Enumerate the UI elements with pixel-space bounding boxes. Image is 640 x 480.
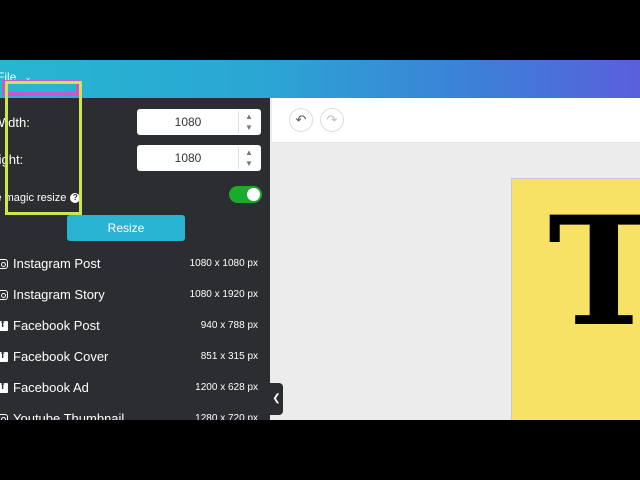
height-field[interactable]: 1080 ▲ ▼ [137, 145, 261, 171]
yellow-highlight-box [5, 81, 82, 215]
instagram-icon [0, 290, 8, 300]
top-bar: File ⌄ [0, 60, 640, 98]
spinner-up-icon[interactable]: ▲ [239, 147, 259, 158]
design-page[interactable]: T [511, 178, 640, 420]
chevron-left-icon: ❮ [272, 393, 281, 404]
preset-name: Facebook Post [13, 318, 100, 333]
spinner-up-icon[interactable]: ▲ [239, 111, 259, 122]
height-value[interactable]: 1080 [137, 145, 239, 171]
editor-toolbar: ↶ ↷ [272, 98, 640, 143]
facebook-icon [0, 350, 8, 362]
preset-size: 1080 x 1920 px [189, 289, 258, 300]
preset-item[interactable]: Instagram Post 1080 x 1080 px [0, 253, 270, 277]
spinner-down-icon[interactable]: ▼ [239, 122, 259, 133]
preset-size: 1200 x 628 px [195, 382, 258, 393]
preset-name: Facebook Ad [13, 380, 89, 395]
preset-name: Youtube Thumbnail [13, 411, 125, 420]
resize-button[interactable]: Resize [67, 215, 185, 241]
preset-size: 940 x 788 px [200, 320, 258, 331]
preset-item[interactable]: Instagram Story 1080 x 1920 px [0, 284, 270, 308]
collapse-panel-button[interactable]: ❮ [270, 383, 283, 415]
preset-name: Instagram Post [13, 256, 101, 271]
app-screen: File ⌄ Width: 1080 ▲ ▼ Height: 1080 ▲ ▼ … [0, 60, 640, 420]
undo-button[interactable]: ↶ [289, 108, 313, 132]
preset-name: Facebook Cover [13, 349, 109, 364]
preset-item[interactable]: Facebook Cover 851 x 315 px [0, 346, 270, 370]
width-spinner[interactable]: ▲ ▼ [238, 111, 259, 133]
facebook-icon [0, 319, 8, 331]
redo-button[interactable]: ↷ [320, 108, 344, 132]
preset-name: Instagram Story [13, 287, 105, 302]
width-field[interactable]: 1080 ▲ ▼ [137, 109, 261, 135]
redo-icon: ↷ [326, 112, 338, 127]
preset-size: 851 x 315 px [200, 351, 258, 362]
undo-icon: ↶ [295, 112, 307, 127]
preset-item[interactable]: Facebook Ad 1200 x 628 px [0, 377, 270, 401]
preset-item[interactable]: Facebook Post 940 x 788 px [0, 315, 270, 339]
facebook-icon [0, 381, 8, 393]
width-value[interactable]: 1080 [137, 109, 239, 135]
height-spinner[interactable]: ▲ ▼ [238, 147, 259, 169]
toggle-knob [247, 188, 260, 201]
preset-item[interactable]: Youtube Thumbnail 1280 x 720 px [0, 408, 270, 420]
youtube-icon [0, 414, 8, 420]
magic-resize-toggle[interactable] [229, 186, 262, 203]
canvas-letter[interactable]: T [548, 197, 640, 347]
preset-size: 1280 x 720 px [195, 413, 258, 420]
instagram-icon [0, 259, 8, 269]
spinner-down-icon[interactable]: ▼ [239, 158, 259, 169]
preset-size: 1080 x 1080 px [189, 258, 258, 269]
